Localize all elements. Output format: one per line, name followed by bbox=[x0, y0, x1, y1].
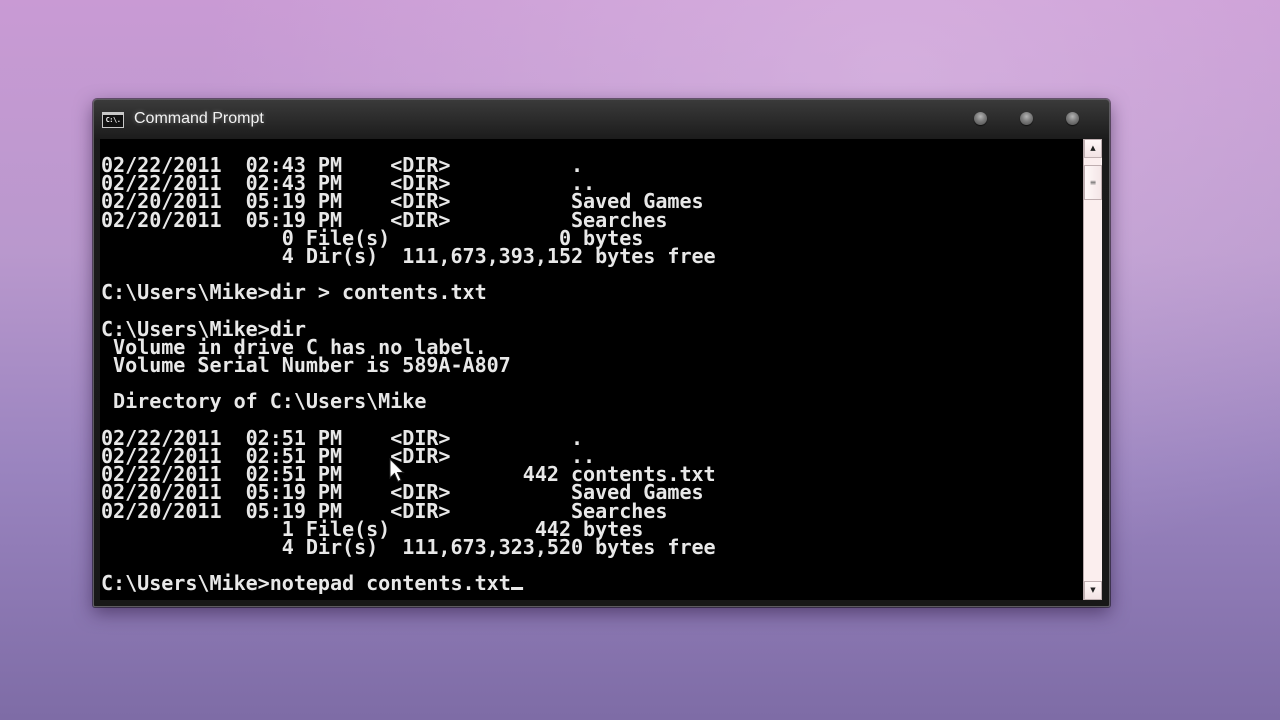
close-button[interactable] bbox=[1066, 112, 1079, 125]
maximize-button[interactable] bbox=[1020, 112, 1033, 125]
vertical-scrollbar[interactable]: ▲ ≡ ▼ bbox=[1083, 139, 1102, 600]
console-line: 4 Dir(s) 111,673,323,520 bytes free bbox=[101, 534, 716, 559]
console-line: Volume Serial Number is 589A-A807 bbox=[101, 353, 511, 378]
console-line: C:\Users\Mike>dir > contents.txt bbox=[101, 280, 487, 305]
scroll-up-button[interactable]: ▲ bbox=[1084, 139, 1102, 158]
arrow-up-icon: ▲ bbox=[1090, 144, 1096, 152]
console-output[interactable]: 02/22/2011 02:43 PM <DIR> . 02/22/2011 02… bbox=[100, 139, 1083, 600]
grip-icon: ≡ bbox=[1089, 178, 1097, 187]
console-text: 02/22/2011 02:43 PM <DIR> . 02/22/2011 02… bbox=[100, 139, 1083, 593]
window-title: Command Prompt bbox=[134, 110, 264, 127]
command-prompt-window[interactable]: C:\. Command Prompt 02/22/2011 02:43 PM … bbox=[93, 99, 1110, 607]
text-cursor bbox=[510, 587, 523, 591]
command-line[interactable]: C:\Users\Mike>notepad contents.txt bbox=[101, 571, 1083, 596]
scroll-down-button[interactable]: ▼ bbox=[1084, 581, 1102, 600]
prompt: C:\Users\Mike> bbox=[101, 571, 270, 596]
scrollbar-thumb[interactable]: ≡ bbox=[1084, 165, 1102, 200]
console-line: Directory of C:\Users\Mike bbox=[101, 389, 427, 414]
title-bar[interactable]: C:\. Command Prompt bbox=[94, 100, 1109, 138]
minimize-button[interactable] bbox=[974, 112, 987, 125]
arrow-down-icon: ▼ bbox=[1090, 586, 1096, 594]
command-prompt-icon[interactable]: C:\. bbox=[102, 112, 124, 128]
console-line: 4 Dir(s) 111,673,393,152 bytes free bbox=[101, 243, 716, 268]
command-input[interactable]: notepad contents.txt bbox=[270, 571, 511, 595]
